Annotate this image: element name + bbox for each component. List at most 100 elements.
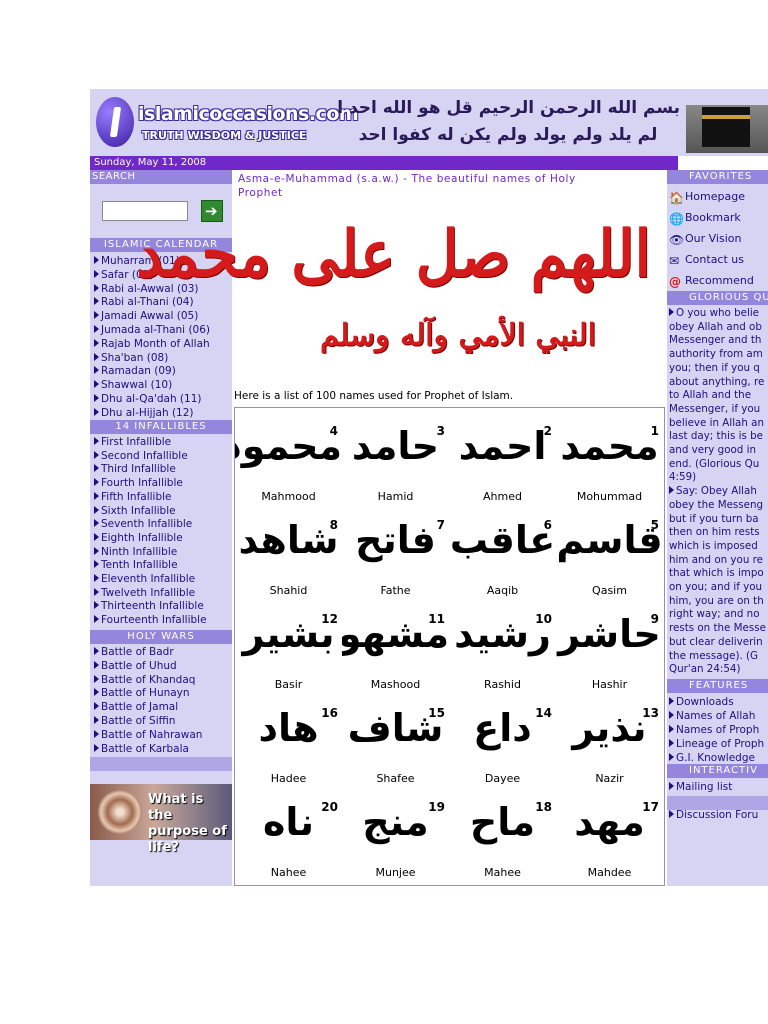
sidebar-divider	[90, 757, 232, 771]
battle-link[interactable]: Battle of Khandaq	[94, 674, 195, 687]
calendar-link[interactable]: Shawwal (10)	[94, 379, 172, 392]
battle-link-label: Battle of Jamal	[101, 701, 179, 714]
battle-link[interactable]: Battle of Uhud	[94, 660, 177, 673]
name-number: 10	[535, 612, 552, 626]
bullet-arrow-icon	[94, 352, 99, 361]
feature-link[interactable]: Names of Proph	[669, 724, 759, 737]
feature-link[interactable]: Names of Allah	[669, 710, 755, 723]
kaaba-image	[686, 93, 768, 153]
infallible-link[interactable]: Third Infallible	[94, 463, 176, 476]
page-title: Asma-e-Muhammad (s.a.w.) - The beautiful…	[238, 173, 576, 199]
bullet-arrow-icon	[94, 587, 99, 596]
calendar-link-label: Dhu al-Qa'dah (11)	[101, 393, 202, 405]
infallible-link[interactable]: Second Infallible	[94, 450, 188, 463]
name-number: 6	[543, 518, 552, 532]
favorites-heading: FAVORITES	[667, 170, 768, 184]
infallible-link[interactable]: Sixth Infallible	[94, 505, 176, 518]
infallible-link-label: Fourteenth Infallible	[101, 614, 207, 627]
calendar-link[interactable]: Dhu al-Qa'dah (11)	[94, 393, 202, 406]
features-heading: FEATURES	[667, 679, 768, 693]
infallible-link[interactable]: Eighth Infallible	[94, 532, 183, 545]
battle-link[interactable]: Battle of Nahrawan	[94, 729, 202, 742]
banner-arabic-verse: بسم الله الرحمن الرحيم قل هو الله احد ال…	[336, 95, 680, 151]
bullet-arrow-icon	[94, 702, 99, 711]
bullet-arrow-icon	[94, 743, 99, 752]
infallible-link[interactable]: Fifth Infallible	[94, 491, 172, 504]
favorite-link[interactable]: 👁Our Vision	[669, 232, 741, 247]
battle-link-label: Battle of Uhud	[101, 659, 177, 672]
feature-link[interactable]: Lineage of Proph	[669, 738, 764, 751]
bullet-arrow-icon	[669, 697, 674, 705]
bullet-arrow-icon	[94, 464, 99, 473]
infallible-link[interactable]: Ninth Infallible	[94, 546, 177, 559]
infallible-link-label: Eighth Infallible	[101, 531, 183, 544]
name-number: 16	[321, 706, 338, 720]
calendar-link[interactable]: Rajab Month of Allah	[94, 338, 210, 351]
bullet-arrow-icon	[94, 256, 99, 264]
battle-link[interactable]: Battle of Siffin	[94, 715, 175, 728]
site-tagline: TRUTH WISDOM & JUSTICE	[142, 129, 307, 142]
banner-arabic-line2: لم يلد ولم يولد ولم يكن له كفوا احد	[358, 125, 658, 145]
favorite-link[interactable]: 🌐Bookmark	[669, 211, 741, 226]
calendar-link[interactable]: Ramadan (09)	[94, 365, 176, 378]
calendar-link[interactable]: Dhu al-Hijjah (12)	[94, 407, 194, 420]
name-number: 9	[650, 612, 659, 626]
infallible-link[interactable]: First Infallible	[94, 436, 171, 449]
calendar-link-label: Rajab Month of Allah	[101, 337, 210, 350]
favorite-link[interactable]: ✉ Contact us	[669, 253, 744, 268]
infallible-link[interactable]: Seventh Infallible	[94, 518, 192, 531]
infallibles-heading: 14 INFALLIBLES	[90, 420, 232, 434]
prophet-name-cell: نذير 13 Nazir	[556, 696, 663, 789]
prophet-name-cell: مشهود11Mashood	[342, 602, 449, 695]
bullet-arrow-icon	[94, 491, 99, 500]
calendar-link[interactable]: Jamadi Awwal (05)	[94, 310, 198, 323]
bullet-arrow-icon	[94, 311, 99, 320]
name-number: 18	[535, 800, 552, 814]
calligraphy-sub: النبي الأمي وآله وسلم	[319, 318, 596, 353]
bullet-arrow-icon	[94, 716, 99, 724]
battle-link-label: Battle of Nahrawan	[101, 728, 203, 741]
names-grid: محمود4 Mahmood حامد3 Hamid احمد2 Ahmed محمد1 Mo…	[234, 407, 665, 886]
infallible-link[interactable]: Tenth Infallible	[94, 559, 178, 572]
infallible-link[interactable]: Twelveth Infallible	[94, 587, 195, 600]
bullet-arrow-icon	[94, 729, 99, 738]
battle-link[interactable]: Battle of Karbala	[94, 743, 189, 756]
favorite-link[interactable]: 🏠Homepage	[669, 190, 745, 205]
date-bar: Sunday, May 11, 2008	[90, 156, 678, 170]
infallible-link[interactable]: Thirteenth Infallible	[94, 600, 204, 613]
bullet-arrow-icon	[94, 478, 99, 487]
prophet-name-cell: ناه 20 Nahee	[235, 790, 342, 883]
battle-link[interactable]: Battle of Jamal	[94, 701, 178, 714]
infallible-link-label: Third Infallible	[101, 463, 176, 476]
favorite-link[interactable]: @ Recommend	[669, 274, 754, 289]
calendar-link-label: Jumada al-Thani (06)	[101, 324, 210, 336]
name-number: 5	[650, 518, 659, 532]
bookmark-icon: 🌐	[669, 212, 684, 226]
feature-link-label: G.I. Knowledge	[676, 752, 755, 764]
feature-link[interactable]: Downloads	[669, 696, 734, 709]
battle-link[interactable]: Battle of Hunayn	[94, 687, 190, 700]
bullet-arrow-icon	[669, 725, 674, 733]
purpose-of-life-ad[interactable]: What is the purpose of life?	[90, 784, 232, 855]
page-frame: islamicoccasions.com TRUTH WISDOM & JUST…	[90, 89, 768, 886]
calendar-link[interactable]: Sha'ban (08)	[94, 352, 168, 365]
infallible-link-label: Tenth Infallible	[101, 559, 178, 572]
name-number: 8	[329, 518, 338, 532]
english-name: Shahid	[269, 584, 308, 597]
quran-verses: O you who belie obey Allah and ob Messen…	[669, 307, 768, 677]
bullet-arrow-icon	[669, 810, 674, 818]
interactive-link[interactable]: Mailing list	[669, 781, 732, 794]
infallible-link[interactable]: Eleventh Infallible	[94, 573, 195, 586]
infallible-link[interactable]: Fourteenth Infallible	[94, 614, 207, 627]
calendar-link[interactable]: Jumada al-Thani (06)	[94, 324, 210, 337]
interactive-link[interactable]: Discussion Foru	[669, 809, 758, 822]
site-logo-icon[interactable]	[96, 97, 134, 147]
english-name: Hadee	[270, 772, 307, 785]
name-number: 14	[535, 706, 552, 720]
battle-link[interactable]: Battle of Badr	[94, 646, 174, 659]
site-name[interactable]: islamicoccasions.com	[138, 103, 359, 125]
english-name: Ahmed	[483, 490, 522, 503]
at-icon: @	[669, 275, 681, 289]
infallible-link[interactable]: Fourth Infallible	[94, 477, 183, 490]
battle-link-label: Battle of Badr	[101, 646, 174, 658]
